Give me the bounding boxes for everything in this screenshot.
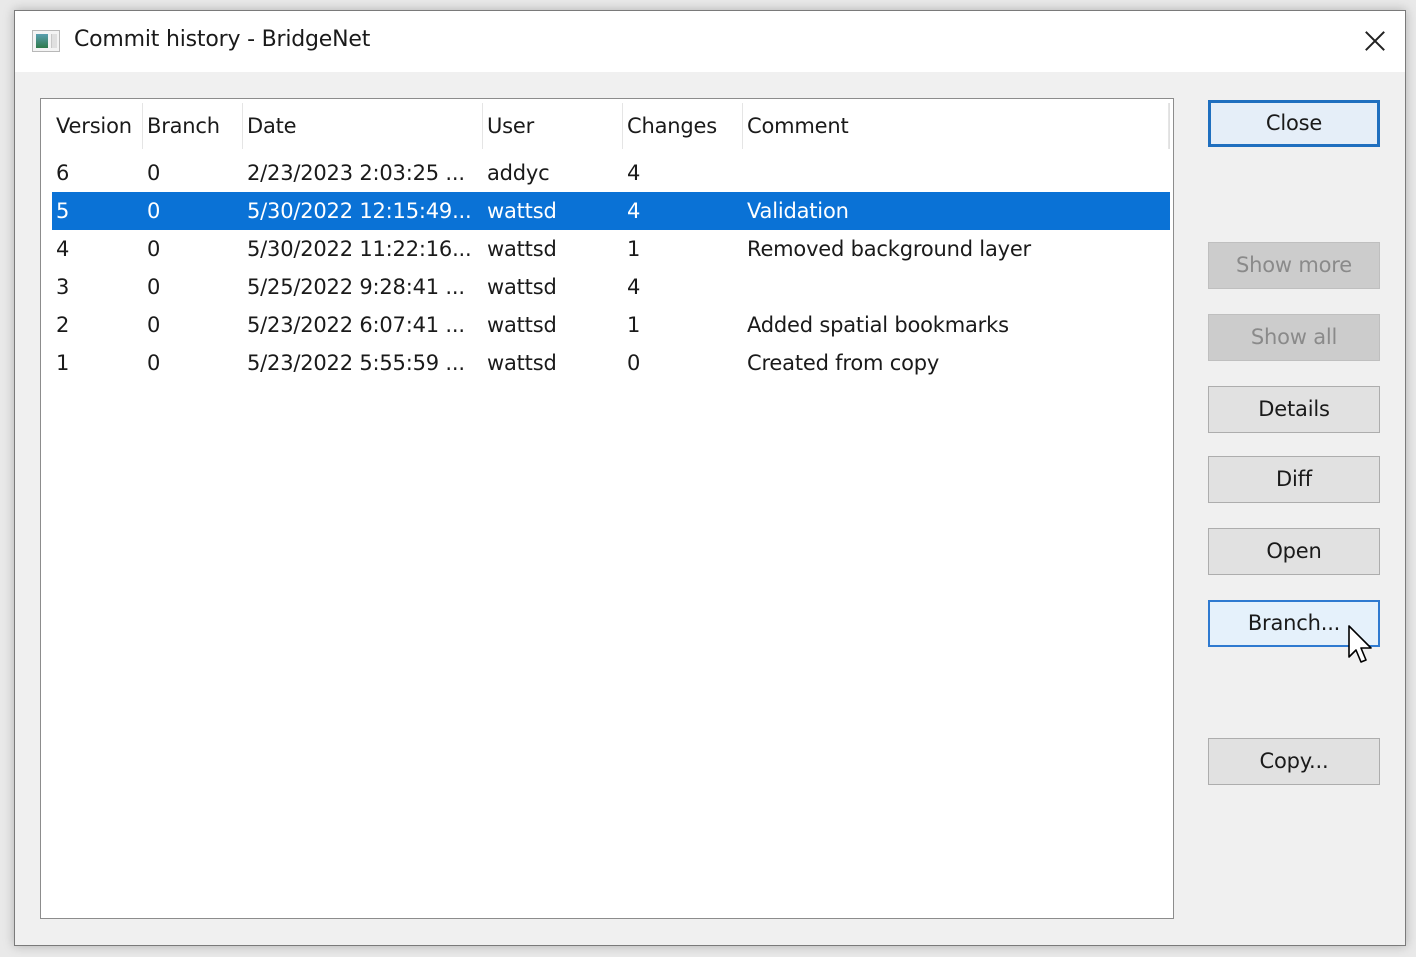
- table-row[interactable]: 4 0 5/30/2022 11:22:16... wattsd 1 Removed ba…: [52, 230, 1170, 268]
- list-rows: 6 0 2/23/2023 2:03:25 ... addyc 4 5 0 5/30/2022…: [52, 154, 1170, 382]
- cell-comment: [743, 154, 1169, 192]
- column-header-comment[interactable]: Comment: [743, 99, 1169, 153]
- cell-user: wattsd: [487, 275, 557, 299]
- column-header-changes[interactable]: Changes: [623, 99, 743, 153]
- close-button[interactable]: Close: [1208, 100, 1380, 147]
- cell-user: wattsd: [487, 351, 557, 375]
- cell-comment: Validation: [747, 199, 849, 223]
- cell-changes: 0: [627, 351, 641, 375]
- cell-date: 5/23/2022 6:07:41 ...: [247, 313, 465, 337]
- cell-changes: 1: [627, 237, 641, 261]
- cell-version: 2: [56, 313, 70, 337]
- cell-date: 5/25/2022 9:28:41 ...: [247, 275, 465, 299]
- cell-user: wattsd: [487, 313, 557, 337]
- cell-version: 4: [56, 237, 70, 261]
- cell-branch: 0: [147, 161, 161, 185]
- cell-date: 5/30/2022 11:22:16...: [247, 237, 472, 261]
- cell-user: addyc: [487, 161, 550, 185]
- cell-comment: [743, 268, 1169, 306]
- table-row[interactable]: 6 0 2/23/2023 2:03:25 ... addyc 4: [52, 154, 1170, 192]
- column-header-version[interactable]: Version: [52, 99, 143, 153]
- column-header-branch[interactable]: Branch: [143, 99, 243, 153]
- header-end-divider: [1169, 103, 1170, 149]
- close-x-icon[interactable]: [1359, 25, 1391, 57]
- copy-button[interactable]: Copy...: [1208, 738, 1380, 785]
- cell-user: wattsd: [487, 199, 557, 223]
- cell-branch: 0: [147, 237, 161, 261]
- cell-date: 5/23/2022 5:55:59 ...: [247, 351, 465, 375]
- column-header-user[interactable]: User: [483, 99, 623, 153]
- table-row[interactable]: 1 0 5/23/2022 5:55:59 ... wattsd 0 Created fr…: [52, 344, 1170, 382]
- cell-comment: Added spatial bookmarks: [747, 313, 1009, 337]
- cell-branch: 0: [147, 199, 161, 223]
- cell-date: 5/30/2022 12:15:49...: [247, 199, 472, 223]
- list-header: Version Branch Date User Changes Comment: [52, 99, 1173, 153]
- column-header-date[interactable]: Date: [243, 99, 483, 153]
- details-button[interactable]: Details: [1208, 386, 1380, 433]
- window-title: Commit history - BridgeNet: [74, 27, 371, 52]
- show-all-button[interactable]: Show all: [1208, 314, 1380, 361]
- cell-version: 5: [56, 199, 70, 223]
- cell-comment: Removed background layer: [747, 237, 1031, 261]
- cell-version: 6: [56, 161, 70, 185]
- cell-date: 2/23/2023 2:03:25 ...: [247, 161, 465, 185]
- table-row[interactable]: 2 0 5/23/2022 6:07:41 ... wattsd 1 Added spat…: [52, 306, 1170, 344]
- diff-button[interactable]: Diff: [1208, 456, 1380, 503]
- commit-history-dialog: Commit history - BridgeNet Version Branc…: [14, 10, 1406, 946]
- window-app-icon: [32, 30, 60, 52]
- table-row[interactable]: 3 0 5/25/2022 9:28:41 ... wattsd 4: [52, 268, 1170, 306]
- cell-comment: Created from copy: [747, 351, 940, 375]
- branch-button[interactable]: Branch...: [1208, 600, 1380, 647]
- show-more-button[interactable]: Show more: [1208, 242, 1380, 289]
- cell-user: wattsd: [487, 237, 557, 261]
- cell-version: 3: [56, 275, 70, 299]
- open-button[interactable]: Open: [1208, 528, 1380, 575]
- cell-branch: 0: [147, 351, 161, 375]
- title-bar: Commit history - BridgeNet: [15, 11, 1405, 72]
- cell-changes: 4: [627, 199, 641, 223]
- commit-list[interactable]: Version Branch Date User Changes Comment…: [40, 98, 1174, 919]
- cell-version: 1: [56, 351, 70, 375]
- cell-branch: 0: [147, 275, 161, 299]
- table-row[interactable]: 5 0 5/30/2022 12:15:49... wattsd 4 Validation: [52, 192, 1170, 230]
- cell-changes: 4: [627, 275, 641, 299]
- cell-changes: 4: [627, 161, 641, 185]
- cell-branch: 0: [147, 313, 161, 337]
- cell-changes: 1: [627, 313, 641, 337]
